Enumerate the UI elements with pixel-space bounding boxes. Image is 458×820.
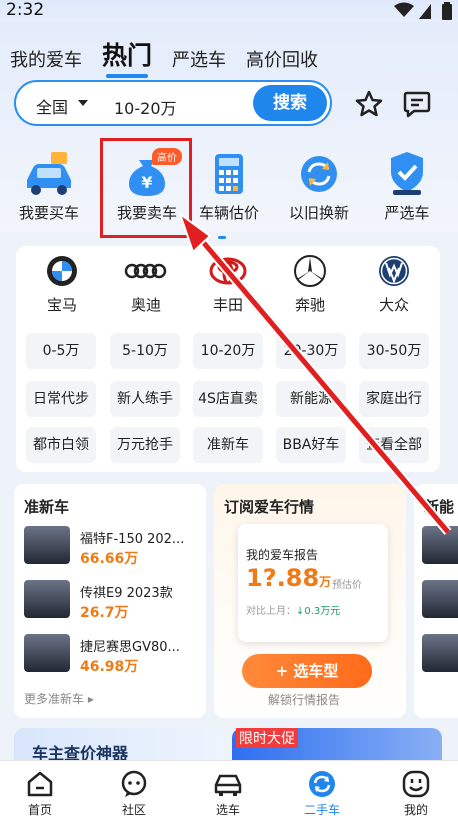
- nav-home[interactable]: 首页: [10, 769, 70, 818]
- nav-used-car[interactable]: 二手车: [292, 769, 352, 818]
- used-car-icon: [309, 771, 335, 797]
- nav-home-label: 首页: [27, 803, 52, 817]
- car-select-icon: [214, 774, 242, 796]
- nav-used-car-label: 二手车: [303, 803, 340, 817]
- bottom-nav: 首页 社区 选车 二手车 我的: [0, 760, 458, 820]
- nav-profile-label: 我的: [403, 803, 428, 817]
- annotation-arrow-icon: [178, 211, 452, 535]
- nav-select-car[interactable]: 选车: [198, 769, 258, 818]
- nav-select-car-label: 选车: [215, 803, 240, 817]
- nav-community[interactable]: 社区: [104, 769, 164, 818]
- nav-profile[interactable]: 我的: [386, 769, 446, 818]
- chat-icon: [121, 770, 147, 797]
- nav-community-label: 社区: [121, 803, 146, 817]
- profile-icon: [402, 770, 430, 798]
- home-icon: [27, 771, 53, 797]
